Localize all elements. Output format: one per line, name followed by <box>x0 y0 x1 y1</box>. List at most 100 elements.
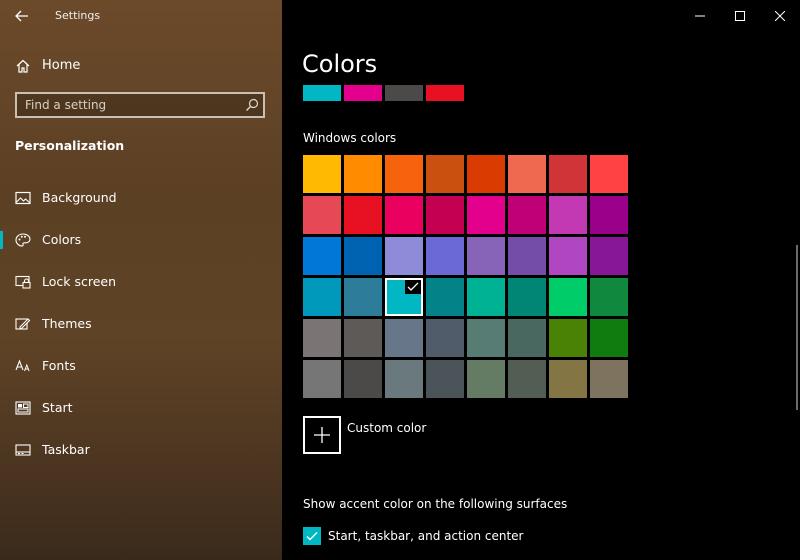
color-swatch[interactable] <box>385 360 423 398</box>
sidebar-item-taskbar[interactable]: Taskbar <box>0 435 282 465</box>
lock-screen-icon <box>15 275 31 289</box>
color-swatch[interactable] <box>508 319 546 357</box>
content-pane: Colors Windows colors Custom color Show … <box>282 0 800 560</box>
app-title: Settings <box>55 9 101 22</box>
picture-icon <box>15 191 31 205</box>
color-swatch[interactable] <box>426 196 464 234</box>
color-swatch[interactable] <box>344 360 382 398</box>
back-button[interactable] <box>8 4 36 28</box>
color-swatch[interactable] <box>467 155 505 193</box>
color-swatch[interactable] <box>590 237 628 275</box>
color-swatch[interactable] <box>467 319 505 357</box>
color-swatch[interactable] <box>303 155 341 193</box>
color-swatch[interactable] <box>344 155 382 193</box>
minimize-icon <box>695 15 705 17</box>
recent-color-swatch[interactable] <box>344 85 382 101</box>
page-title: Colors <box>302 50 378 78</box>
color-swatch[interactable] <box>508 360 546 398</box>
color-swatch[interactable] <box>344 237 382 275</box>
checkbox-label: Start, taskbar, and action center <box>328 529 524 543</box>
maximize-button[interactable] <box>720 0 760 32</box>
custom-color-label: Custom color <box>347 421 427 435</box>
recent-colors <box>303 85 464 101</box>
color-swatch[interactable] <box>508 196 546 234</box>
recent-color-swatch[interactable] <box>385 85 423 101</box>
start-taskbar-checkbox[interactable] <box>303 527 321 545</box>
color-swatch[interactable] <box>385 319 423 357</box>
color-swatch[interactable] <box>549 278 587 316</box>
color-swatch-selected[interactable] <box>385 278 423 316</box>
color-swatch[interactable] <box>549 360 587 398</box>
color-swatch[interactable] <box>467 278 505 316</box>
back-arrow-icon <box>15 10 28 22</box>
search-input[interactable] <box>17 94 237 116</box>
sidebar-item-label: Colors <box>42 232 82 247</box>
home-icon <box>16 59 30 73</box>
sidebar-item-fonts[interactable]: Fonts <box>0 351 282 381</box>
sidebar-item-background[interactable]: Background <box>0 183 282 213</box>
color-swatch[interactable] <box>385 196 423 234</box>
color-swatch[interactable] <box>467 237 505 275</box>
sidebar-item-label: Taskbar <box>42 442 90 457</box>
color-swatch[interactable] <box>549 196 587 234</box>
color-swatch[interactable] <box>344 196 382 234</box>
color-swatch[interactable] <box>426 237 464 275</box>
taskbar-icon <box>15 444 31 456</box>
minimize-button[interactable] <box>680 0 720 32</box>
window-controls <box>680 0 800 32</box>
recent-color-swatch[interactable] <box>426 85 464 101</box>
color-swatch[interactable] <box>508 278 546 316</box>
section-title: Personalization <box>15 138 125 153</box>
color-swatch[interactable] <box>549 319 587 357</box>
color-swatch[interactable] <box>426 360 464 398</box>
color-swatch[interactable] <box>590 155 628 193</box>
selected-check <box>405 280 421 294</box>
color-swatch[interactable] <box>426 319 464 357</box>
close-button[interactable] <box>760 0 800 32</box>
maximize-icon <box>735 11 745 21</box>
sidebar-item-home[interactable]: Home <box>0 52 282 80</box>
color-swatch[interactable] <box>344 278 382 316</box>
title-bar: Settings <box>0 0 282 32</box>
color-swatch[interactable] <box>426 155 464 193</box>
color-swatch[interactable] <box>303 319 341 357</box>
color-swatch[interactable] <box>303 360 341 398</box>
sidebar-item-themes[interactable]: Themes <box>0 309 282 339</box>
sidebar: Settings Home Personalization Background <box>0 0 282 560</box>
sidebar-item-label: Fonts <box>42 358 76 373</box>
color-swatch[interactable] <box>590 196 628 234</box>
surfaces-label: Show accent color on the following surfa… <box>303 497 568 511</box>
custom-color-swatch[interactable] <box>303 416 341 454</box>
sidebar-item-colors[interactable]: Colors <box>0 225 282 255</box>
checkmark-icon <box>407 282 419 291</box>
color-swatch[interactable] <box>467 360 505 398</box>
color-swatch[interactable] <box>385 155 423 193</box>
color-swatch[interactable] <box>467 196 505 234</box>
palette-icon <box>15 233 31 247</box>
sidebar-item-lock-screen[interactable]: Lock screen <box>0 267 282 297</box>
selection-indicator <box>0 231 3 249</box>
fonts-icon <box>15 359 30 372</box>
color-swatch[interactable] <box>549 155 587 193</box>
sidebar-item-label: Themes <box>42 316 92 331</box>
color-swatch[interactable] <box>303 278 341 316</box>
search-box[interactable] <box>15 92 265 118</box>
search-icon[interactable] <box>245 98 259 112</box>
sidebar-item-label: Home <box>42 58 81 73</box>
color-swatch[interactable] <box>426 278 464 316</box>
color-swatch[interactable] <box>590 360 628 398</box>
color-swatch[interactable] <box>508 237 546 275</box>
color-swatch[interactable] <box>303 237 341 275</box>
scrollbar[interactable] <box>796 245 798 410</box>
color-swatch[interactable] <box>344 319 382 357</box>
color-swatch[interactable] <box>303 196 341 234</box>
sidebar-item-label: Background <box>42 190 117 205</box>
sidebar-item-start[interactable]: Start <box>0 393 282 423</box>
color-swatch[interactable] <box>385 237 423 275</box>
color-swatch[interactable] <box>508 155 546 193</box>
checkmark-icon <box>306 532 318 541</box>
color-swatch[interactable] <box>590 319 628 357</box>
color-swatch[interactable] <box>549 237 587 275</box>
color-swatch[interactable] <box>590 278 628 316</box>
recent-color-swatch[interactable] <box>303 85 341 101</box>
